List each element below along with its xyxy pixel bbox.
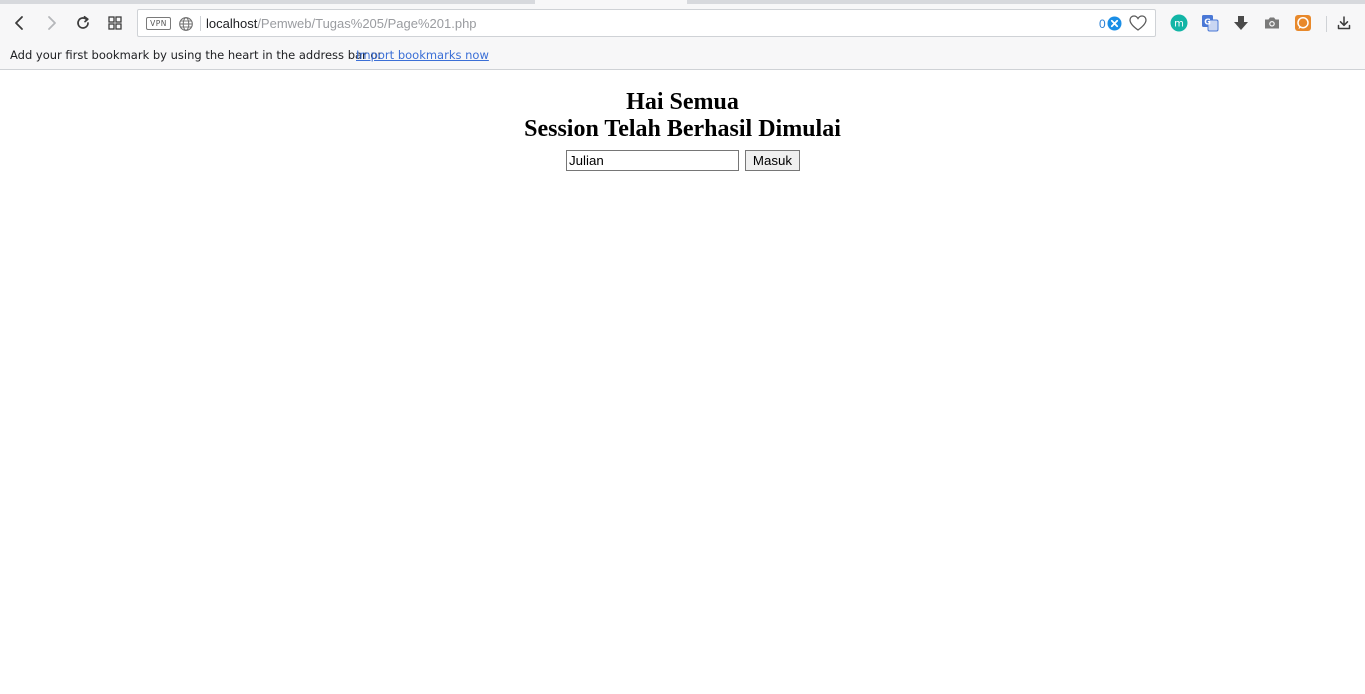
greeting-heading: Hai Semua [626, 89, 739, 115]
url-path: /Pemweb/Tugas%205/Page%201.php [257, 16, 477, 31]
address-bar[interactable]: VPN localhost/Pemweb/Tugas%205/Page%201.… [137, 9, 1156, 37]
camera-icon[interactable] [1262, 13, 1282, 33]
svg-text:G: G [1204, 18, 1211, 27]
browser-toolbar: VPN localhost/Pemweb/Tugas%205/Page%201.… [0, 4, 1365, 42]
downloads-button[interactable] [1330, 9, 1358, 37]
import-bookmarks-link[interactable]: Import bookmarks now [356, 48, 489, 63]
bookmarks-bar: Add your first bookmark by using the hea… [0, 42, 1365, 70]
back-button[interactable] [6, 9, 34, 37]
svg-text:m: m [1174, 19, 1184, 30]
page-content: Hai Semua Session Telah Berhasil Dimulai… [0, 70, 1365, 694]
heart-icon[interactable] [1129, 15, 1147, 37]
reload-button[interactable] [69, 9, 97, 37]
speed-dial-button[interactable] [101, 9, 129, 37]
reload-icon [75, 15, 91, 31]
forward-arrow-icon [44, 15, 58, 31]
session-heading: Session Telah Berhasil Dimulai [524, 116, 841, 142]
download-icon [1336, 15, 1352, 31]
forward-button[interactable] [37, 9, 65, 37]
back-arrow-icon [13, 15, 27, 31]
globe-icon[interactable] [178, 16, 194, 37]
address-separator [200, 16, 201, 31]
vpn-badge[interactable]: VPN [146, 17, 171, 30]
masuk-button[interactable]: Masuk [745, 150, 800, 171]
translate-icon[interactable]: G [1200, 13, 1220, 33]
url-text[interactable]: localhost/Pemweb/Tugas%205/Page%201.php [206, 15, 477, 32]
grid-icon [108, 16, 122, 30]
chat-icon[interactable] [1293, 13, 1313, 33]
name-input[interactable] [566, 150, 739, 171]
adblock-shield-icon[interactable] [1107, 16, 1122, 36]
toolbar-separator [1326, 16, 1327, 32]
extension-m-icon[interactable]: m [1169, 13, 1189, 33]
adblock-count: 0 [1099, 17, 1106, 31]
download-arrow-icon[interactable] [1231, 13, 1251, 33]
url-host: localhost [206, 16, 258, 31]
bookmarks-hint: Add your first bookmark by using the hea… [10, 48, 383, 62]
